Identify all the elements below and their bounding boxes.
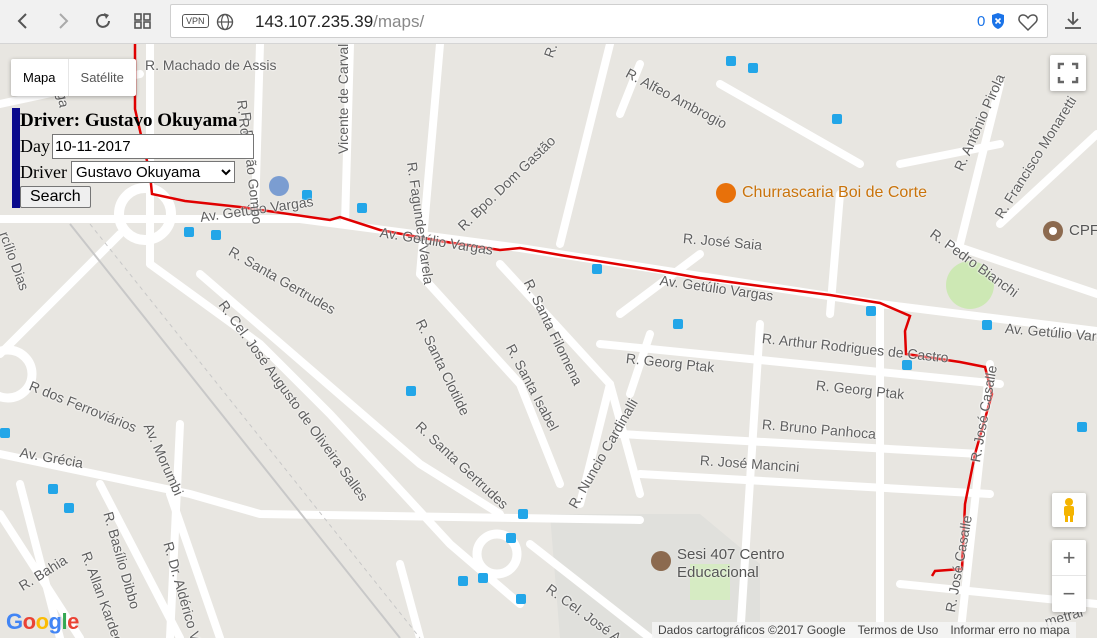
address-bar[interactable]: VPN 143.107.235.39/maps/ 0 xyxy=(170,4,1048,38)
globe-icon xyxy=(216,13,234,31)
map-canvas[interactable]: R. Machado de Assis R. Alfeo Ambrogio Vi… xyxy=(0,44,1097,638)
back-icon[interactable] xyxy=(8,6,38,36)
url-host: 143.107.235.39 xyxy=(255,12,374,31)
reload-icon[interactable] xyxy=(88,6,118,36)
url-text[interactable]: 143.107.235.39/maps/ xyxy=(255,12,424,32)
driver-label: Driver xyxy=(20,161,67,182)
driver-select[interactable]: Gustavo Okuyama xyxy=(70,161,235,183)
heart-icon[interactable] xyxy=(1017,11,1039,33)
driver-row: Driver Gustavo Okuyama xyxy=(20,161,256,183)
vpn-badge[interactable]: VPN xyxy=(182,14,209,28)
driver-form-panel: Driver: Gustavo Okuyama Day Driver Gusta… xyxy=(12,108,256,208)
zoom-out-button[interactable]: − xyxy=(1052,576,1086,612)
map-footer: Dados cartográficos ©2017 Google Termos … xyxy=(652,622,1076,638)
terms-link[interactable]: Termos de Uso xyxy=(852,622,945,638)
day-row: Day xyxy=(20,134,256,159)
google-logo: Google xyxy=(6,609,79,634)
street-label: R. Machado de Assis xyxy=(145,57,277,73)
street-view-button[interactable] xyxy=(1052,493,1086,527)
poi-cpp[interactable]: CPF xyxy=(1069,222,1097,239)
tabs-grid-icon[interactable] xyxy=(128,6,158,36)
search-button[interactable]: Search xyxy=(20,186,91,208)
report-error-link[interactable]: Informar erro no mapa xyxy=(944,622,1075,638)
school-marker xyxy=(651,551,671,571)
forward-icon[interactable] xyxy=(48,6,78,36)
browser-toolbar: VPN 143.107.235.39/maps/ 0 xyxy=(0,0,1097,44)
church-marker xyxy=(269,176,289,196)
map-attribution: Dados cartográficos ©2017 Google xyxy=(658,623,846,637)
form-title: Driver: Gustavo Okuyama xyxy=(20,110,238,131)
day-input[interactable] xyxy=(52,134,254,159)
day-label: Day xyxy=(20,136,50,156)
blocked-count: 0 xyxy=(977,13,986,30)
street-label: Vicente de Carvalho xyxy=(335,44,351,154)
map-type-control: Mapa Satélite xyxy=(11,59,136,96)
shield-icon[interactable] xyxy=(991,12,1005,30)
zoom-in-button[interactable]: + xyxy=(1052,540,1086,576)
map-type-map-button[interactable]: Mapa xyxy=(11,59,69,96)
poi-sesi-line2[interactable]: Educacional xyxy=(677,564,759,581)
poi-churrascaria[interactable]: Churrascaria Boi de Corte xyxy=(742,184,927,202)
zoom-control: + − xyxy=(1052,540,1086,612)
pegman-icon xyxy=(1064,498,1074,522)
fullscreen-icon xyxy=(1057,62,1079,84)
download-icon[interactable] xyxy=(1060,8,1086,34)
url-path: /maps/ xyxy=(373,12,425,31)
fullscreen-button[interactable] xyxy=(1050,55,1086,91)
restaurant-marker xyxy=(716,183,736,203)
map-type-satellite-button[interactable]: Satélite xyxy=(69,59,136,96)
poi-sesi-line1[interactable]: Sesi 407 Centro xyxy=(677,546,785,563)
